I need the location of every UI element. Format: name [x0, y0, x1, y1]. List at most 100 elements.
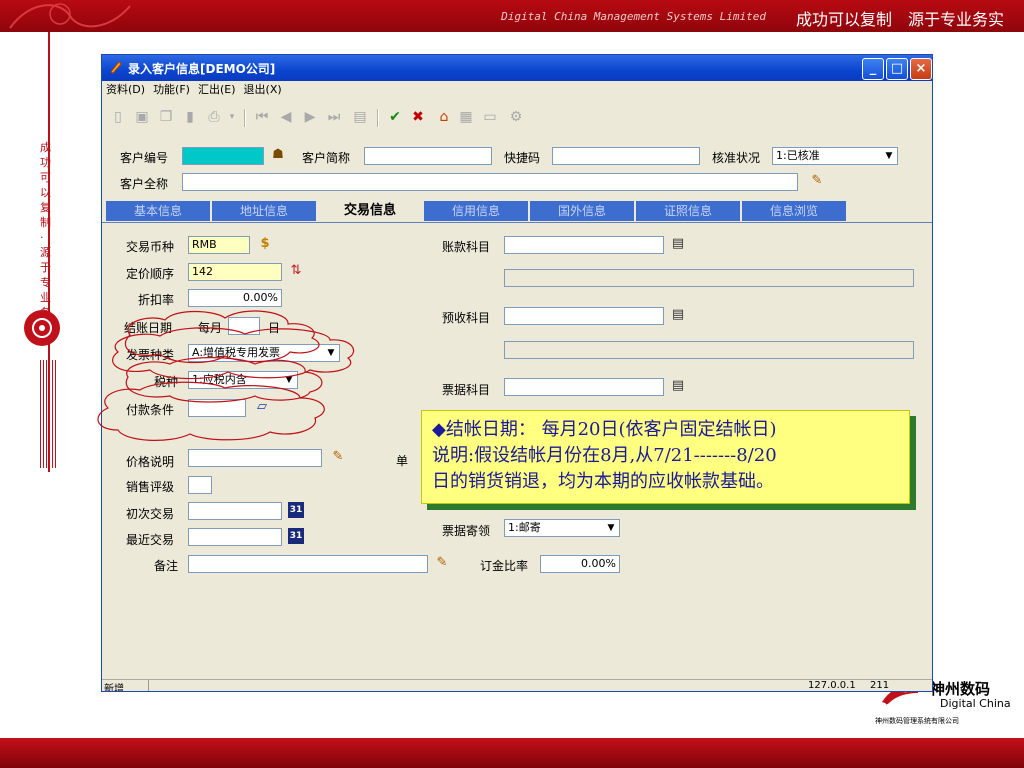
ar-account-input[interactable]	[504, 236, 664, 254]
new-document-icon[interactable]: ▯	[110, 109, 126, 125]
tab-basic-info[interactable]: 基本信息	[106, 201, 212, 221]
note-delivery-select[interactable]: 1:邮寄 ▼	[504, 519, 620, 537]
customer-lookup-icon[interactable]: ☗	[270, 147, 286, 163]
currency-input[interactable]: RMB	[188, 236, 250, 254]
logo-text-cn: 神州数码	[930, 680, 991, 698]
payment-terms-input[interactable]	[188, 399, 246, 417]
tab-address-info[interactable]: 地址信息	[212, 201, 318, 221]
note-text: ◆结帐日期： 每月20日(依客户固定结帐日) 说明:假设结帐月份在8月,从7/2…	[432, 417, 902, 495]
edit-note-icon[interactable]: ✎	[330, 449, 346, 465]
preview-icon[interactable]: ▣	[134, 109, 150, 125]
quick-code-input[interactable]	[552, 147, 700, 165]
vertical-slogan-char: 以	[40, 186, 51, 199]
tab-credit-info[interactable]: 信用信息	[424, 201, 530, 221]
discount-input[interactable]: 0.00%	[188, 289, 282, 307]
tab-trade-info[interactable]: 交易信息	[318, 201, 424, 221]
note-account-label: 票据科目	[442, 383, 491, 397]
query-icon[interactable]: ▤	[352, 109, 368, 125]
deposit-rate-label: 订金比率	[480, 559, 529, 573]
decorative-swirl	[9, 3, 131, 29]
next-record-icon[interactable]: ▶	[302, 109, 318, 125]
last-record-icon[interactable]: ⏭	[326, 109, 342, 125]
chevron-down-icon[interactable]: ▼	[282, 373, 296, 387]
slide-header-bar: Digital China Management Systems Limited…	[0, 0, 1024, 32]
price-note-input[interactable]	[188, 449, 322, 467]
copy-icon[interactable]: ❐	[158, 109, 174, 125]
payment-terms-label: 付款条件	[126, 403, 175, 417]
list-lookup-icon[interactable]: ▤	[670, 378, 686, 394]
short-name-input[interactable]	[364, 147, 492, 165]
tab-browse-info[interactable]: 信息浏览	[742, 201, 848, 221]
closing-date-label: 结账日期	[124, 321, 173, 335]
close-glyph: ×	[915, 61, 927, 76]
tab-foreign-info[interactable]: 国外信息	[530, 201, 636, 221]
chevron-down-icon[interactable]: ▼	[324, 346, 338, 360]
closing-day-input[interactable]	[228, 317, 260, 335]
window-title: 录入客户信息[DEMO公司]	[128, 62, 276, 76]
tax-value: 1:应税内含	[192, 373, 247, 386]
invoice-type-select[interactable]: A:增值税专用发票 ▼	[188, 344, 340, 362]
print-dropdown-icon[interactable]: ▾	[224, 109, 240, 125]
window-lookup-icon[interactable]: ▱	[254, 399, 270, 415]
company-name-en: Digital China Management Systems Limited	[501, 10, 766, 23]
attach-icon[interactable]: ▦	[458, 109, 474, 125]
save-check-icon[interactable]: ✔	[387, 109, 403, 125]
price-note-label: 价格说明	[126, 455, 175, 469]
remarks-input[interactable]	[188, 555, 428, 573]
menu-exit[interactable]: 退出(X)	[240, 81, 286, 99]
window-titlebar[interactable]: 录入客户信息[DEMO公司] _ □ ×	[102, 55, 932, 81]
prepaid-account-label: 预收科目	[442, 311, 491, 325]
calendar-icon[interactable]: 31	[288, 528, 304, 544]
ar-account-label: 账款科目	[442, 240, 491, 254]
tax-select[interactable]: 1:应税内含 ▼	[188, 371, 298, 389]
tab-license-info[interactable]: 证照信息	[636, 201, 742, 221]
deposit-rate-input[interactable]: 0.00%	[540, 555, 620, 573]
maximize-button[interactable]: □	[886, 58, 908, 80]
invoice-type-value: A:增值税专用发票	[192, 346, 281, 359]
chevron-down-icon[interactable]: ▼	[604, 521, 618, 535]
last-trade-input[interactable]	[188, 528, 282, 546]
list-lookup-icon[interactable]: ▤	[670, 236, 686, 252]
vertical-slogan-char: 复	[40, 201, 51, 214]
price-order-input[interactable]: 142	[188, 263, 282, 281]
first-trade-input[interactable]	[188, 502, 282, 520]
full-name-label: 客户全称	[120, 177, 169, 191]
vertical-slogan-char: 可	[40, 171, 51, 184]
home-icon[interactable]: ⌂	[436, 109, 452, 125]
edit-note-icon[interactable]: ✎	[809, 173, 825, 189]
menu-data[interactable]: 资料(D)	[102, 81, 149, 99]
status-ip: 127.0.0.1	[808, 680, 856, 691]
close-button[interactable]: ×	[910, 58, 932, 80]
pen-icon	[110, 61, 122, 74]
delete-icon[interactable]: ▮	[182, 109, 198, 125]
vertical-slogan-char: 制	[40, 216, 51, 229]
approval-value: 1:已核准	[776, 149, 820, 162]
quick-code-label: 快捷码	[504, 151, 541, 165]
status-panel	[148, 680, 799, 691]
note-line-2: 说明:假设结帐月份在8月,从7/21-------8/20	[432, 445, 777, 466]
settings-icon[interactable]: ⚙	[508, 109, 524, 125]
cancel-x-icon[interactable]: ✖	[410, 109, 426, 125]
previous-record-icon[interactable]: ◀	[278, 109, 294, 125]
minimize-button[interactable]: _	[862, 58, 884, 80]
approval-select[interactable]: 1:已核准 ▼	[772, 147, 898, 165]
last-trade-label: 最近交易	[126, 533, 175, 547]
sales-rating-input[interactable]	[188, 476, 212, 494]
list-lookup-icon[interactable]: ▤	[670, 307, 686, 323]
logo-text-en: Digital China	[940, 697, 1011, 710]
currency-icon[interactable]: $	[257, 236, 273, 252]
sort-order-icon[interactable]: ⇅	[288, 263, 304, 279]
prepaid-account-input[interactable]	[504, 307, 664, 325]
note-account-input[interactable]	[504, 378, 664, 396]
customer-no-label: 客户编号	[120, 151, 169, 165]
menu-function[interactable]: 功能(F)	[149, 81, 194, 99]
print-icon[interactable]: ⎙	[206, 109, 222, 125]
calendar-icon[interactable]: 31	[288, 502, 304, 518]
customer-no-input[interactable]	[182, 147, 264, 165]
chevron-down-icon[interactable]: ▼	[882, 149, 896, 163]
full-name-input[interactable]	[182, 173, 798, 191]
menu-export[interactable]: 汇出(E)	[194, 81, 240, 99]
card-icon[interactable]: ▭	[482, 109, 498, 125]
first-record-icon[interactable]: ⏮	[254, 109, 270, 125]
maximize-glyph: □	[890, 61, 904, 76]
